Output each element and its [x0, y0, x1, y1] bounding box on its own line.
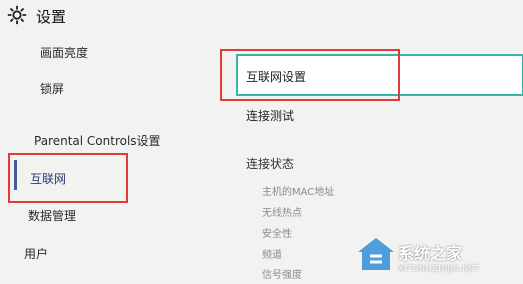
watermark-logo-icon	[358, 238, 394, 270]
wireless-hotspot-label: 无线热点	[262, 208, 302, 219]
sidebar-item-lockscreen[interactable]: 锁屏	[40, 80, 64, 97]
connection-test-item[interactable]: 连接测试	[246, 107, 294, 124]
page-title: 设置	[36, 8, 67, 26]
signal-strength-label: 信号强度	[262, 270, 302, 281]
sidebar-item-users[interactable]: 用户	[24, 245, 48, 262]
watermark-url: XITONGZHIJIA.NET	[398, 264, 480, 273]
channel-label: 频道	[262, 250, 282, 261]
security-label: 安全性	[262, 229, 292, 240]
watermark-text: 系统之家	[398, 244, 463, 263]
highlight-box-internet	[8, 153, 128, 203]
connection-status-title: 连接状态	[246, 157, 295, 171]
sidebar-item-brightness[interactable]: 画面亮度	[40, 44, 88, 61]
header-bar: 设置	[0, 0, 523, 34]
gear-icon	[7, 5, 27, 25]
sidebar-item-parental-controls[interactable]: Parental Controls设置	[34, 132, 161, 149]
highlight-box-internet-settings	[220, 49, 400, 101]
sidebar-item-data-management[interactable]: 数据管理	[28, 207, 76, 224]
mac-address-label: 主机的MAC地址	[262, 187, 335, 198]
